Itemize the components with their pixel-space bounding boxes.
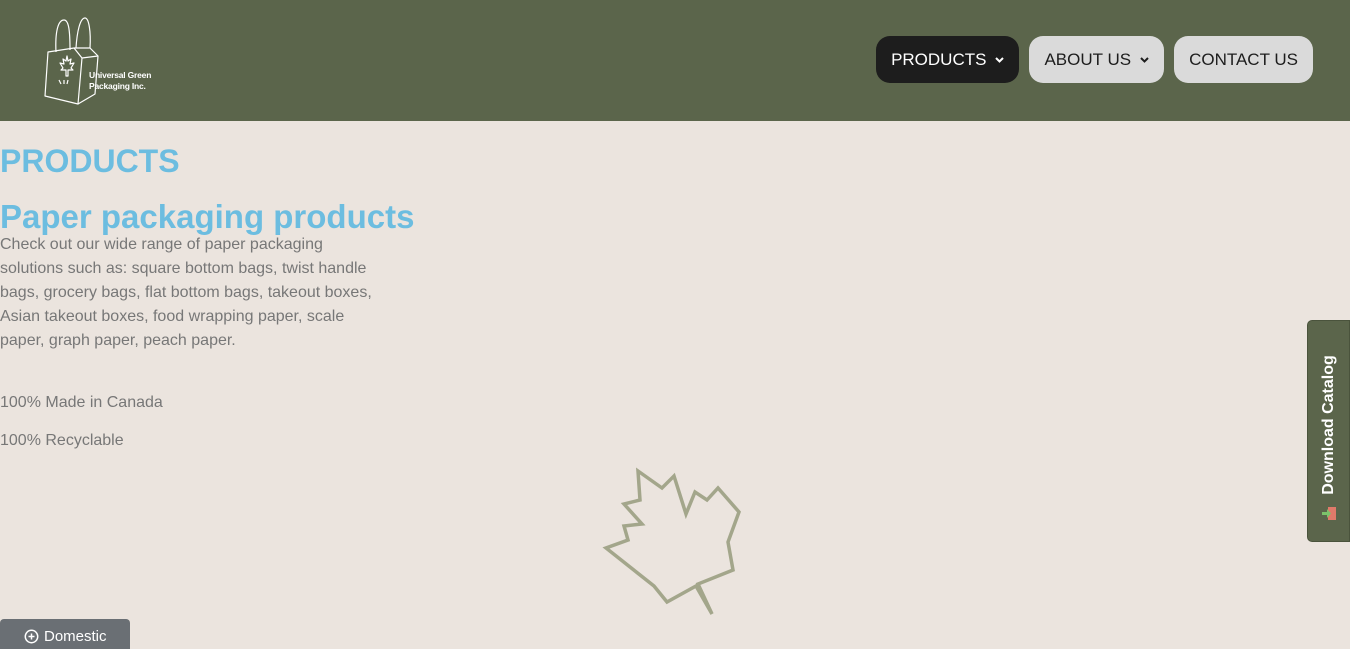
chevron-down-icon <box>1140 56 1149 63</box>
nav-about-us-label: ABOUT US <box>1044 49 1132 69</box>
brand-name-line2: Packaging Inc. <box>89 81 146 91</box>
nav-contact-us-label: CONTACT US <box>1189 49 1298 69</box>
fact-made-in-canada: 100% Made in Canada <box>0 394 163 411</box>
section-subtitle: Paper packaging products <box>0 198 415 235</box>
domestic-region-button[interactable]: Domestic <box>0 619 130 649</box>
nav-about-us-button[interactable]: ABOUT US <box>1029 36 1165 83</box>
products-description: Check out our wide range of paper packag… <box>0 236 372 349</box>
chevron-down-icon <box>995 56 1005 63</box>
shopping-bag-logo-icon <box>44 17 99 105</box>
nav-contact-us-button[interactable]: CONTACT US <box>1174 36 1313 83</box>
fact-recyclable: 100% Recyclable <box>0 432 124 449</box>
company-logo[interactable]: Universal Green Packaging Inc. <box>40 14 170 108</box>
page-title: PRODUCTS <box>0 143 180 179</box>
brand-name: Universal Green Packaging Inc. <box>89 70 151 92</box>
main-nav: PRODUCTS ABOUT US CONTACT US <box>876 36 1313 83</box>
nav-products-label: PRODUCTS <box>891 49 987 69</box>
download-catalog-tab[interactable]: Download Catalog <box>1307 320 1350 542</box>
site-header: Universal Green Packaging Inc. PRODUCTS … <box>0 0 1350 121</box>
brand-name-line1: Universal Green <box>89 70 152 80</box>
download-catalog-label: Download Catalog <box>1319 355 1337 495</box>
domestic-label: Domestic <box>44 628 107 645</box>
maple-leaf-icon <box>600 466 745 623</box>
nav-products-button[interactable]: PRODUCTS <box>876 36 1020 83</box>
download-catalog-icon <box>1321 505 1338 527</box>
